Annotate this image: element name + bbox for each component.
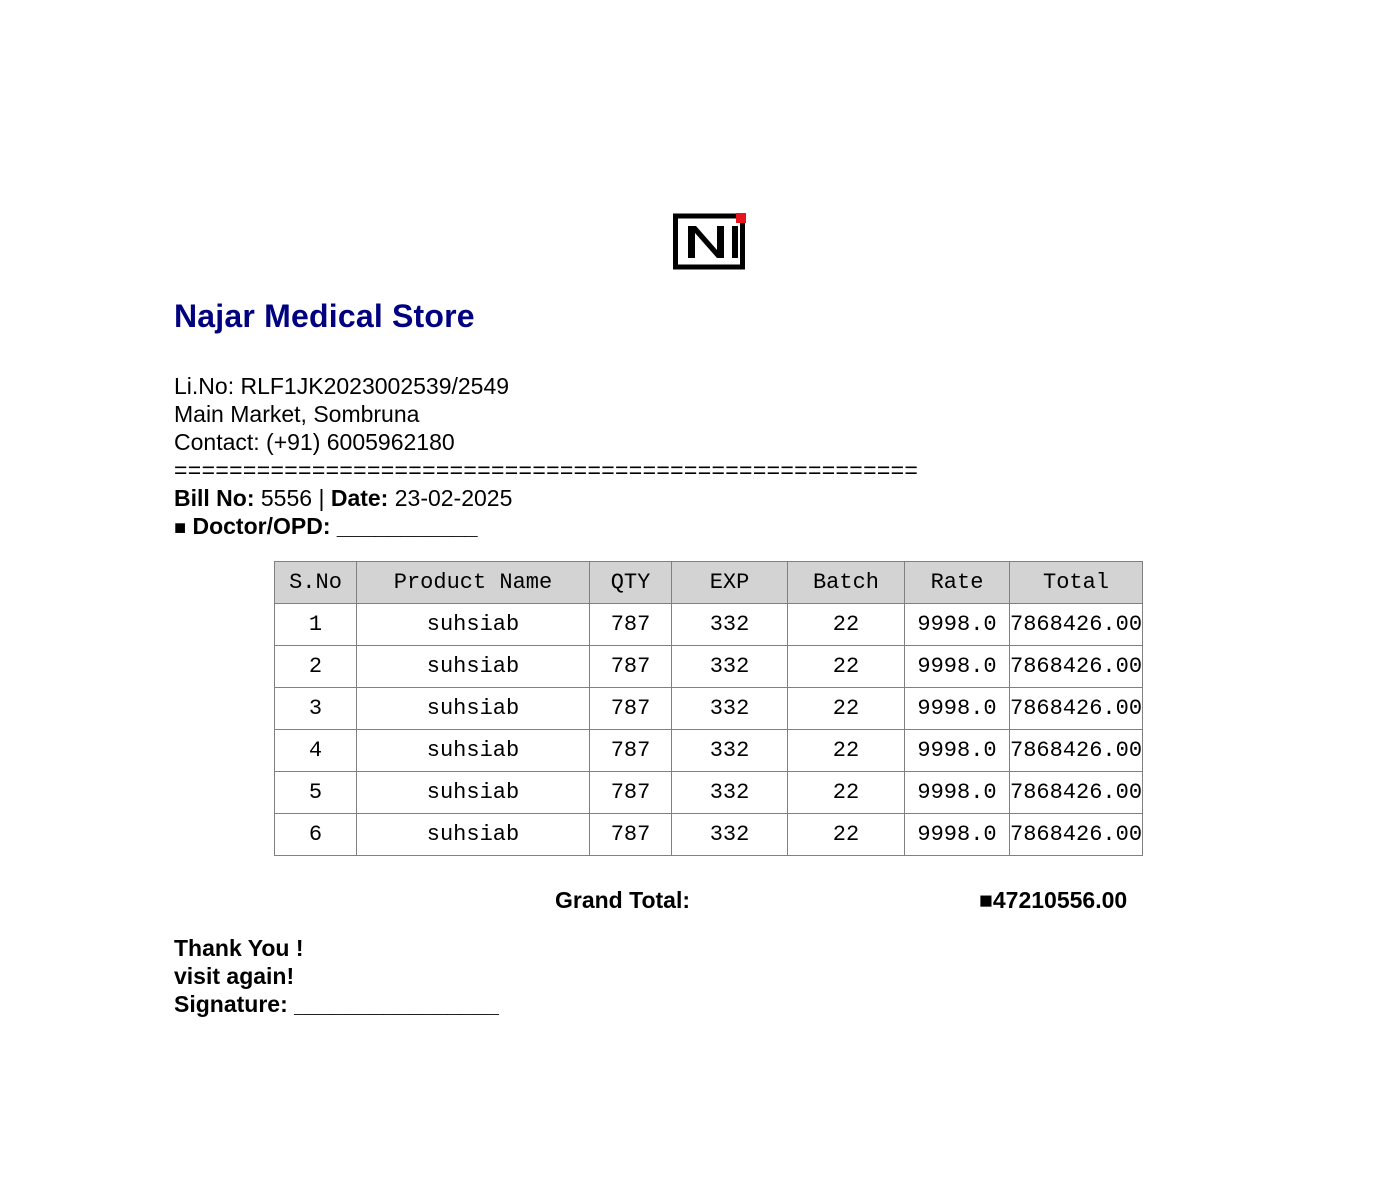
header-qty: QTY: [589, 561, 672, 604]
date-value: 23-02-2025: [394, 485, 513, 511]
cell-total: 7868426.00: [1008, 603, 1144, 646]
cell-rate: 9998.0: [904, 771, 1010, 814]
cell-total: 7868426.00: [1008, 729, 1144, 772]
cell-batch: 22: [787, 603, 905, 646]
cell-product-name: suhsiab: [356, 687, 590, 730]
doctor-blank: ___________: [336, 513, 478, 539]
header-rate: Rate: [904, 561, 1010, 604]
cell-sno: 5: [274, 771, 357, 814]
signature-label: Signature:: [174, 991, 288, 1017]
separator-line: ========================================…: [174, 457, 919, 483]
cell-rate: 9998.0: [904, 813, 1010, 856]
cell-exp: 332: [671, 813, 788, 856]
header-sno: S.No: [274, 561, 357, 604]
logo-bar: [732, 226, 738, 258]
header-exp: EXP: [671, 561, 788, 604]
bill-no-label: Bill No:: [174, 485, 255, 511]
cell-batch: 22: [787, 729, 905, 772]
cell-exp: 332: [671, 645, 788, 688]
cell-total: 7868426.00: [1008, 771, 1144, 814]
cell-rate: 9998.0: [904, 603, 1010, 646]
cell-total: 7868426.00: [1008, 687, 1144, 730]
contact-number: (+91) 6005962180: [266, 429, 455, 455]
cell-batch: 22: [787, 813, 905, 856]
cell-qty: 787: [589, 813, 672, 856]
thank-you-text: Thank You !: [174, 935, 304, 961]
bill-info-line: Bill No: 5556 | Date: 23-02-2025: [174, 484, 512, 512]
contact-label: Contact:: [174, 429, 260, 455]
license-number: RLF1JK2023002539/2549: [240, 373, 510, 399]
cell-qty: 787: [589, 687, 672, 730]
license-label: Li.No:: [174, 373, 235, 399]
logo-red-square: [736, 213, 746, 223]
cell-sno: 3: [274, 687, 357, 730]
store-logo: [673, 213, 746, 270]
signature-line: Signature: ________________: [174, 990, 499, 1018]
table-row: 5 suhsiab 787 332 22 9998.0 7868426.00: [274, 771, 1144, 814]
cell-sno: 1: [274, 603, 357, 646]
cell-total: 7868426.00: [1008, 813, 1144, 856]
cell-sno: 4: [274, 729, 357, 772]
cell-qty: 787: [589, 771, 672, 814]
table-row: 4 suhsiab 787 332 22 9998.0 7868426.00: [274, 729, 1144, 772]
store-name: Najar Medical Store: [174, 298, 475, 334]
header-total: Total: [1008, 561, 1144, 604]
bill-divider: |: [318, 485, 325, 511]
cell-qty: 787: [589, 645, 672, 688]
cell-product-name: suhsiab: [356, 603, 590, 646]
table-header-row: S.No Product Name QTY EXP Batch Rate Tot…: [274, 561, 1144, 604]
doctor-line: ■ Doctor/OPD: ___________: [174, 512, 478, 542]
cell-product-name: suhsiab: [356, 813, 590, 856]
cell-rate: 9998.0: [904, 729, 1010, 772]
cell-exp: 332: [671, 687, 788, 730]
doctor-bullet: ■: [174, 517, 187, 539]
cell-product-name: suhsiab: [356, 645, 590, 688]
date-label: Date:: [330, 485, 389, 511]
contact-line: Contact: (+91) 6005962180: [174, 428, 455, 456]
doctor-label: Doctor/OPD:: [192, 513, 331, 539]
cell-batch: 22: [787, 687, 905, 730]
cell-rate: 9998.0: [904, 645, 1010, 688]
table-row: 2 suhsiab 787 332 22 9998.0 7868426.00: [274, 645, 1144, 688]
header-batch: Batch: [787, 561, 905, 604]
store-address: Main Market, Sombruna: [174, 401, 420, 427]
signature-blank: ________________: [294, 991, 499, 1017]
header-product-name: Product Name: [356, 561, 590, 604]
cell-qty: 787: [589, 603, 672, 646]
table-row: 6 suhsiab 787 332 22 9998.0 7868426.00: [274, 813, 1144, 856]
cell-batch: 22: [787, 645, 905, 688]
cell-total: 7868426.00: [1008, 645, 1144, 688]
table-row: 1 suhsiab 787 332 22 9998.0 7868426.00: [274, 603, 1144, 646]
cell-rate: 9998.0: [904, 687, 1010, 730]
table-body: 1 suhsiab 787 332 22 9998.0 7868426.00 2 suhsiab…: [274, 603, 1144, 856]
cell-batch: 22: [787, 771, 905, 814]
cell-exp: 332: [671, 771, 788, 814]
logo-letter-n: [688, 226, 724, 258]
bill-no-value: 5556: [260, 485, 313, 511]
license-line: Li.No: RLF1JK2023002539/2549: [174, 372, 509, 400]
cell-exp: 332: [671, 729, 788, 772]
cell-exp: 332: [671, 603, 788, 646]
grand-total-value: ■47210556.00: [979, 887, 1128, 913]
cell-qty: 787: [589, 729, 672, 772]
cell-product-name: suhsiab: [356, 771, 590, 814]
table-row: 3 suhsiab 787 332 22 9998.0 7868426.00: [274, 687, 1144, 730]
visit-again-text: visit again!: [174, 963, 295, 989]
items-table: S.No Product Name QTY EXP Batch Rate Tot…: [274, 561, 1144, 856]
grand-total-label: Grand Total:: [555, 887, 691, 913]
cell-sno: 2: [274, 645, 357, 688]
cell-product-name: suhsiab: [356, 729, 590, 772]
cell-sno: 6: [274, 813, 357, 856]
